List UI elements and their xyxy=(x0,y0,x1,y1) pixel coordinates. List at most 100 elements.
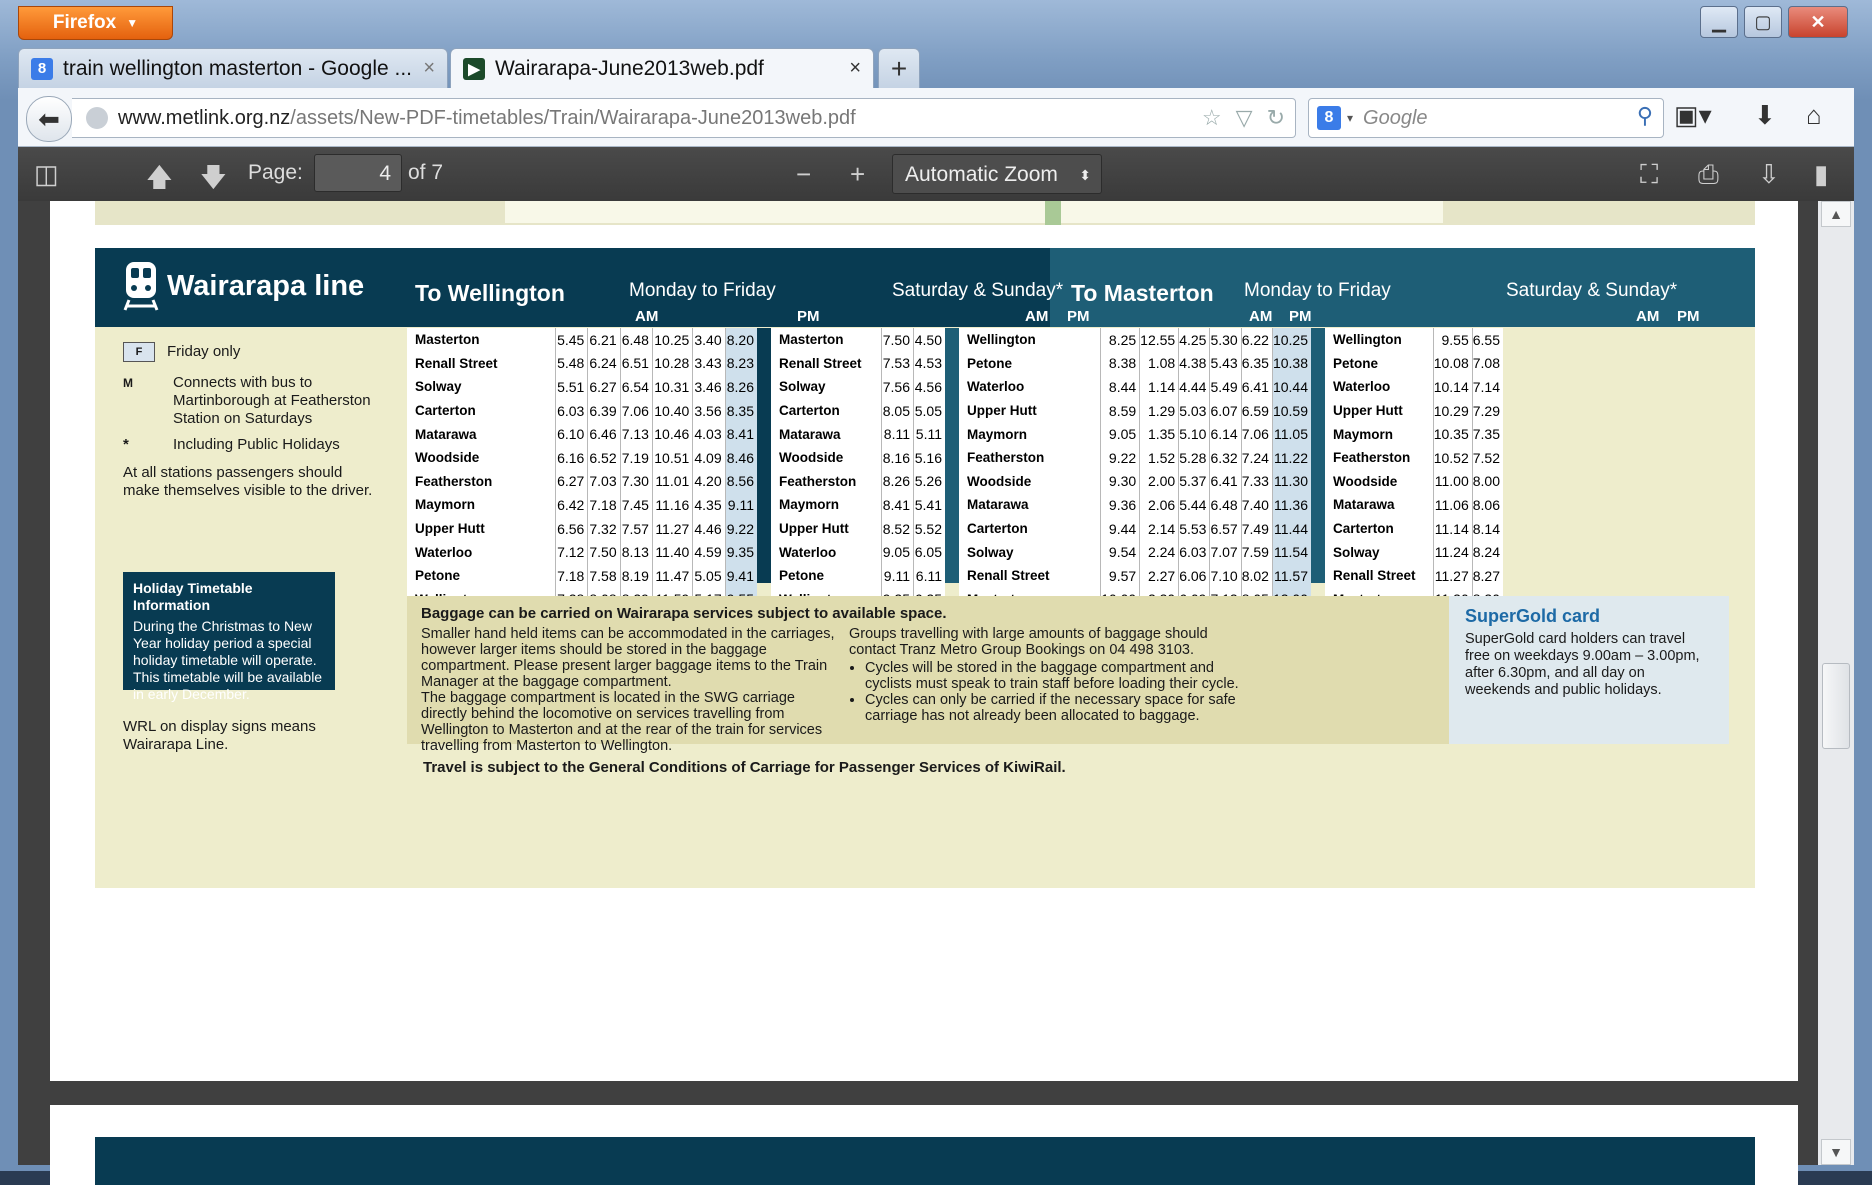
departure-time: 1.08 xyxy=(1139,351,1179,376)
departure-time: 5.48 xyxy=(554,351,588,376)
table-row: Renall Street 5.48 6.24 6.51 10.28 3.43 8.23 xyxy=(407,351,757,376)
departure-time: 4.25 xyxy=(1178,328,1210,352)
departure-time: 11.01 xyxy=(651,469,693,494)
fullscreen-icon[interactable]: ⛶ xyxy=(1640,159,1658,191)
to-wellington-weekday-table: Masterton 5.45 6.21 6.48 10.25 3.40 8.20 Renall… xyxy=(407,328,757,629)
table-row: Petone 10.08 7.08 xyxy=(1325,351,1503,376)
departure-time: 6.21 xyxy=(587,328,621,352)
pdf-toolbar: ◫ 🡅 🡇 Page: 4 of 7 − + Automatic Zoom ⬍ … xyxy=(18,147,1854,201)
print-icon[interactable]: ⎙ xyxy=(1698,159,1719,191)
sidebar-toggle-icon[interactable]: ◫ xyxy=(34,159,59,190)
search-icon[interactable]: ⚲ xyxy=(1637,103,1653,129)
bookmark-icon[interactable]: ▮ xyxy=(1814,159,1828,190)
conditions-note: Travel is subject to the General Conditi… xyxy=(423,759,1066,776)
departure-time: 8.46 xyxy=(724,445,757,470)
zoom-in-icon[interactable]: + xyxy=(850,159,865,190)
previous-page-icon[interactable]: 🡅 xyxy=(146,159,173,203)
departure-time: 9.55 xyxy=(1432,328,1473,352)
tab-title: Wairarapa-June2013web.pdf xyxy=(495,56,764,80)
new-tab-button[interactable]: + xyxy=(878,48,920,88)
site-identity-icon[interactable] xyxy=(86,107,108,129)
close-tab-icon[interactable]: × xyxy=(423,57,435,80)
page-number-input[interactable]: 4 xyxy=(314,154,402,192)
bookmarks-menu-icon[interactable]: ▣▾ xyxy=(1674,100,1712,131)
departure-time: 5.43 xyxy=(1209,351,1242,376)
url-bar[interactable]: www.metlink.org.nz/assets/New-PDF-timeta… xyxy=(72,98,1296,138)
departure-time: 6.32 xyxy=(1209,445,1242,470)
timetable-document: Wairarapa line To Wellington Monday to F… xyxy=(95,248,1755,888)
departure-time: 11.44 xyxy=(1271,516,1311,541)
tab-pdf[interactable]: ▶ Wairarapa-June2013web.pdf × xyxy=(450,48,874,88)
zoom-select[interactable]: Automatic Zoom ⬍ xyxy=(892,154,1102,194)
scroll-down-icon[interactable]: ▼ xyxy=(1821,1139,1851,1165)
downloads-icon[interactable]: ⬇ xyxy=(1754,100,1776,131)
browser-window: Firefox ▼ ▁ ▢ ✕ 8 train wellington maste… xyxy=(0,0,1872,1185)
departure-time: 11.05 xyxy=(1271,422,1311,446)
departure-time: 9.05 xyxy=(881,540,914,564)
station-name: Wellington xyxy=(967,332,1036,348)
close-window-button[interactable]: ✕ xyxy=(1788,6,1848,38)
departure-time: 7.32 xyxy=(587,516,621,541)
table-row: Wellington 9.55 6.55 xyxy=(1325,328,1503,352)
table-row: Woodside 9.30 2.00 5.37 6.41 7.33 11.30 xyxy=(959,469,1311,494)
station-name: Featherston xyxy=(415,473,493,489)
departure-time: 10.31 xyxy=(651,375,693,399)
chevron-down-icon[interactable]: ▾ xyxy=(1347,111,1353,125)
departure-time: 8.02 xyxy=(1240,563,1273,588)
supergold-card-info: SuperGold card SuperGold card holders ca… xyxy=(1449,596,1729,744)
zoom-out-icon[interactable]: − xyxy=(796,159,811,190)
pdf-page: Wairarapa line To Wellington Monday to F… xyxy=(50,201,1798,1081)
scroll-thumb[interactable] xyxy=(1822,663,1850,749)
departure-time: 8.24 xyxy=(1471,540,1503,564)
departure-time: 6.11 xyxy=(913,563,945,588)
departure-time: 6.07 xyxy=(1209,398,1242,423)
departure-time: 8.27 xyxy=(1471,563,1503,588)
departure-time: 6.24 xyxy=(587,351,621,376)
table-row: Maymorn 10.35 7.35 xyxy=(1325,422,1503,446)
firefox-menu-button[interactable]: Firefox ▼ xyxy=(18,6,173,40)
scroll-up-icon[interactable]: ▲ xyxy=(1821,201,1851,227)
minimize-button[interactable]: ▁ xyxy=(1700,6,1738,38)
departure-time: 8.56 xyxy=(724,469,757,494)
departure-time: 7.13 xyxy=(619,422,653,446)
departure-time: 6.52 xyxy=(587,445,621,470)
history-dropdown-icon[interactable]: ▽ xyxy=(1236,105,1253,131)
navigation-bar: ⬅ www.metlink.org.nz/assets/New-PDF-time… xyxy=(18,88,1854,147)
next-page-icon[interactable]: 🡇 xyxy=(200,159,227,203)
departure-time: 11.27 xyxy=(651,516,693,541)
close-tab-icon[interactable]: × xyxy=(849,57,861,80)
home-icon[interactable]: ⌂ xyxy=(1806,100,1822,131)
legend-item: M Connects with bus to Martinborough at F… xyxy=(123,374,383,428)
departure-time: 9.11 xyxy=(881,563,914,588)
departure-time: 5.11 xyxy=(913,422,945,446)
pm-label: PM xyxy=(1067,308,1090,325)
bookmark-star-icon[interactable]: ☆ xyxy=(1202,105,1222,131)
tab-google-search[interactable]: 8 train wellington masterton - Google ..… xyxy=(18,48,448,88)
vertical-scrollbar[interactable]: ▲ ▼ xyxy=(1818,201,1854,1165)
departure-time: 6.16 xyxy=(554,445,588,470)
to-masterton-weekday-table: Wellington 8.25 12.55 4.25 5.30 6.22 10.25 Peto… xyxy=(959,328,1311,629)
search-engine-icon[interactable]: 8 xyxy=(1317,106,1341,130)
departure-time: 3.56 xyxy=(692,398,726,423)
station-name: Masterton xyxy=(779,332,844,348)
download-icon[interactable]: ⇩ xyxy=(1758,159,1780,190)
search-bar[interactable]: 8 ▾ Google ⚲ xyxy=(1308,98,1664,138)
station-name: Renall Street xyxy=(779,355,862,371)
departure-time: 10.29 xyxy=(1432,398,1473,423)
to-wellington-weekend-label: Saturday & Sunday* xyxy=(892,280,1064,301)
reload-icon[interactable]: ↻ xyxy=(1267,105,1285,131)
search-placeholder: Google xyxy=(1363,106,1428,129)
pdf-viewer[interactable]: Wairarapa line To Wellington Monday to F… xyxy=(18,201,1854,1185)
tab-title: train wellington masterton - Google ... xyxy=(63,56,413,80)
list-item: Cycles will be stored in the baggage com… xyxy=(865,660,1239,692)
table-row: Petone 8.38 1.08 4.38 5.43 6.35 10.38 xyxy=(959,351,1311,376)
maximize-button[interactable]: ▢ xyxy=(1744,6,1782,38)
pm-label: PM xyxy=(1677,308,1700,325)
table-row: Matarawa 6.10 6.46 7.13 10.46 4.03 8.41 xyxy=(407,422,757,446)
table-row: Masterton 5.45 6.21 6.48 10.25 3.40 8.20 xyxy=(407,328,757,352)
departure-time: 9.36 xyxy=(1100,493,1140,517)
departure-time: 6.46 xyxy=(587,422,621,446)
baggage-para: The baggage compartment is located in th… xyxy=(421,690,823,754)
departure-time: 10.38 xyxy=(1271,351,1311,376)
back-button[interactable]: ⬅ xyxy=(26,96,72,142)
